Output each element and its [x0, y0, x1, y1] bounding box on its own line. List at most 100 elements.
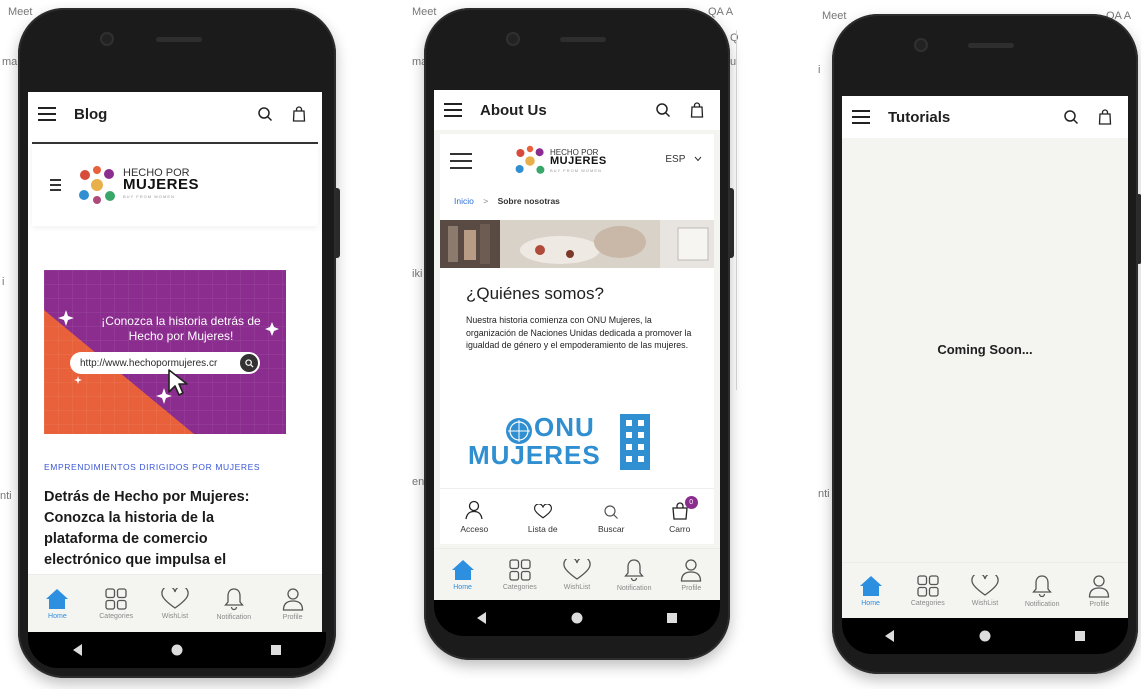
earpiece-speaker: [968, 43, 1014, 48]
system-nav-bar: [842, 618, 1128, 654]
shop-label: Lista de: [527, 524, 558, 534]
home-circle-icon[interactable]: [171, 644, 183, 656]
person-icon: [282, 587, 303, 611]
search-icon[interactable]: [252, 101, 278, 127]
nav-label: Profile: [1089, 600, 1110, 608]
grid-icon: [917, 574, 939, 597]
about-heading: ¿Quiénes somos?: [466, 284, 604, 303]
recents-icon[interactable]: [666, 612, 678, 624]
front-camera: [102, 34, 112, 44]
menu-icon[interactable]: [444, 99, 466, 121]
breadcrumb-separator: >: [483, 196, 489, 206]
site-menu-icon[interactable]: [50, 179, 61, 191]
phone-screen: About Us HECHO POR MUJERES BUY FROM WOME…: [434, 90, 720, 600]
nav-label: Categories: [910, 599, 945, 607]
earpiece-speaker: [560, 37, 606, 42]
heart-icon: [533, 504, 552, 519]
logo-main-text: MUJERES: [123, 176, 200, 193]
nav-item-categories[interactable]: Categories: [88, 587, 144, 620]
grid-icon: [509, 558, 531, 581]
post-title[interactable]: Detrás de Hecho por Mujeres: Conozca la …: [44, 487, 284, 573]
promo-banner[interactable]: ¡Conozca la historia detrás de Hecho por…: [44, 270, 286, 434]
search-icon[interactable]: [1058, 104, 1084, 130]
heart-icon: [971, 574, 999, 596]
cursor-pointer-icon: [168, 369, 188, 396]
phone-frame: Blog HECHO POR MUJERES BUY FROM WOMEN ¡C…: [18, 8, 340, 678]
nav-item-wishlist[interactable]: WishList: [957, 574, 1013, 607]
phone-side-button: [336, 188, 340, 258]
nav-item-profile[interactable]: Profile: [265, 587, 321, 621]
chevron-down-icon: [694, 156, 702, 162]
recents-icon[interactable]: [270, 644, 282, 656]
app-bar: Blog: [28, 92, 322, 136]
nav-item-categories[interactable]: Categories: [492, 558, 548, 591]
shopping-bag-icon[interactable]: [684, 97, 710, 123]
menu-icon[interactable]: [852, 106, 874, 128]
back-icon[interactable]: [476, 612, 488, 624]
menu-icon[interactable]: [38, 103, 60, 125]
brand-logo-icon: [79, 166, 115, 204]
earpiece-speaker: [156, 37, 202, 42]
breadcrumb-home-link[interactable]: Inicio: [454, 196, 474, 206]
home-circle-icon[interactable]: [979, 630, 991, 642]
nav-item-profile[interactable]: Profile: [1071, 574, 1127, 608]
photo-illustration: [440, 220, 714, 268]
nav-item-home[interactable]: Home: [843, 575, 899, 607]
phone-frame: Tutorials Coming Soon... Home Categories: [832, 14, 1141, 674]
web-content: HECHO POR MUJERES BUY FROM WOMEN ESP Ini…: [440, 134, 714, 544]
breadcrumb: Inicio > Sobre nosotras: [454, 196, 560, 206]
nav-item-home[interactable]: Home: [435, 559, 491, 591]
cart-count-badge: 0: [684, 496, 698, 509]
system-nav-bar: [434, 600, 720, 636]
site-menu-icon[interactable]: [450, 153, 472, 169]
nav-item-profile[interactable]: Profile: [663, 558, 719, 592]
phone-screen: Blog HECHO POR MUJERES BUY FROM WOMEN ¡C…: [28, 92, 322, 632]
nav-item-wishlist[interactable]: WishList: [549, 558, 605, 591]
shop-cart-button[interactable]: 0 Carro: [652, 496, 708, 534]
recents-icon[interactable]: [1074, 630, 1086, 642]
shopping-bag-icon[interactable]: [1092, 104, 1118, 130]
nav-label: WishList: [563, 583, 591, 591]
search-icon[interactable]: [240, 354, 258, 372]
home-circle-icon[interactable]: [571, 612, 583, 624]
bg-fragment: Meet: [8, 6, 33, 18]
nav-item-wishlist[interactable]: WishList: [147, 587, 203, 620]
coming-soon-message: Coming Soon...: [937, 342, 1033, 357]
shopping-bag-icon[interactable]: [286, 101, 312, 127]
back-icon[interactable]: [884, 630, 896, 642]
search-icon[interactable]: [650, 97, 676, 123]
user-icon: [465, 500, 483, 520]
home-icon: [46, 588, 69, 609]
nav-item-categories[interactable]: Categories: [900, 574, 956, 607]
brand-logo-text: HECHO POR MUJERES BUY FROM WOMEN: [123, 167, 199, 203]
nav-label: Categories: [99, 612, 134, 620]
nav-item-notification[interactable]: Notification: [1014, 574, 1070, 608]
shop-search-button[interactable]: Buscar: [583, 504, 639, 534]
bg-fragment: iki: [412, 268, 423, 280]
logo-main-text: MUJERES: [550, 154, 607, 167]
site-header: HECHO POR MUJERES BUY FROM WOMEN ESP: [440, 136, 714, 186]
nav-item-home[interactable]: Home: [29, 588, 85, 620]
bg-fragment: i: [2, 276, 5, 288]
shop-access-button[interactable]: Acceso: [446, 500, 502, 534]
nav-label: Home: [48, 612, 67, 620]
language-selector[interactable]: ESP: [665, 154, 702, 165]
bell-icon: [624, 558, 645, 581]
shop-wishlist-button[interactable]: Lista de: [515, 504, 571, 534]
bottom-nav: Home Categories WishList Notification Pr…: [842, 562, 1128, 618]
person-icon: [681, 558, 702, 582]
nav-label: Profile: [282, 613, 303, 621]
nav-label: Home: [861, 599, 880, 607]
nav-label: Profile: [681, 584, 702, 592]
home-icon: [451, 559, 474, 580]
nav-item-notification[interactable]: Notification: [206, 587, 262, 621]
grid-icon: [105, 587, 127, 610]
app-bar: About Us: [434, 90, 720, 130]
nav-label: Home: [453, 583, 472, 591]
bg-fragment: QA A: [708, 6, 734, 18]
back-icon[interactable]: [72, 644, 84, 656]
nav-item-notification[interactable]: Notification: [606, 558, 662, 592]
banner-url-field[interactable]: http://www.hechopormujeres.cr: [70, 352, 260, 374]
post-category[interactable]: EMPRENDIMIENTOS DIRIGIDOS POR MUJERES: [44, 462, 260, 472]
bg-fragment: Meet: [822, 10, 847, 22]
